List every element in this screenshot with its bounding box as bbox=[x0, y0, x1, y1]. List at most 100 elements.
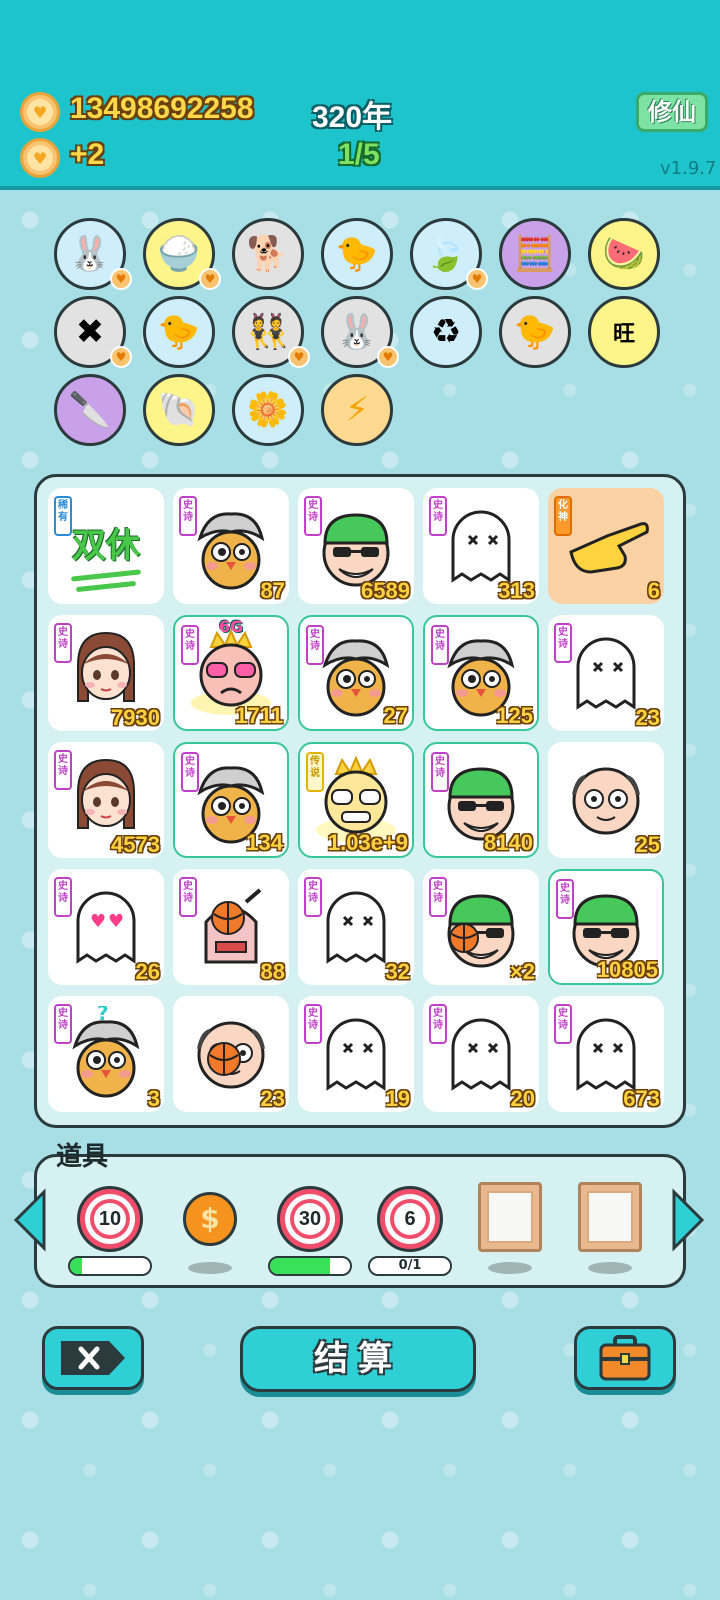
rarity-tag: 史诗 bbox=[431, 625, 449, 665]
rarity-tag: 传说 bbox=[306, 752, 324, 792]
board-tile[interactable]: 史诗 134 bbox=[173, 742, 289, 858]
collection-item-lightning[interactable]: ⚡ bbox=[321, 374, 397, 450]
rarity-tag: 史诗 bbox=[179, 496, 197, 536]
collection-item-wang-wang[interactable]: 旺 bbox=[588, 296, 664, 372]
collection-item-rice-bowl[interactable]: 🍚 ♥ bbox=[143, 218, 221, 294]
tile-count: 1.03e+9 bbox=[327, 830, 408, 855]
version-label: v1.9.7 bbox=[660, 158, 717, 179]
collection-item-x-tag[interactable]: ✖ ♥ bbox=[54, 296, 132, 372]
board-tile[interactable]: 25 bbox=[548, 742, 664, 858]
tile-count: 32 bbox=[385, 959, 410, 984]
collection-item-fruit-basket[interactable]: 🍉 bbox=[588, 218, 664, 294]
board-tile[interactable]: 史诗 6G 1711 bbox=[173, 615, 289, 731]
board-tile[interactable]: 23 bbox=[173, 996, 289, 1112]
collection-item-dog[interactable]: 🐕 bbox=[232, 218, 308, 294]
heart-badge-icon: ♥ bbox=[110, 346, 132, 368]
collection-item-recycle-bag[interactable]: ♻ bbox=[410, 296, 486, 372]
tile-count: 23 bbox=[635, 705, 660, 730]
board-tile[interactable]: 双休 稀有 bbox=[48, 488, 164, 604]
tile-count: 134 bbox=[246, 830, 283, 855]
board-tile[interactable]: 史诗 32 bbox=[298, 869, 414, 985]
rarity-tag: 化神 bbox=[554, 496, 572, 536]
board-tile[interactable]: ♥ ♥ 史诗 26 bbox=[48, 869, 164, 985]
picture-frame-icon bbox=[578, 1182, 642, 1252]
rarity-tag: 史诗 bbox=[54, 1004, 72, 1044]
collection-item-flower-pot[interactable]: 🌼 bbox=[232, 374, 308, 450]
rarity-tag: 史诗 bbox=[304, 877, 322, 917]
tool-shadow bbox=[588, 1262, 632, 1274]
board-tile[interactable]: 史诗 7930 bbox=[48, 615, 164, 731]
rarity-tag: 史诗 bbox=[54, 877, 72, 917]
collection-item-shell[interactable]: 🐚 bbox=[143, 374, 219, 450]
board-tile[interactable]: 史诗 19 bbox=[298, 996, 414, 1112]
wang-wang-icon: 旺 bbox=[588, 296, 660, 368]
collection-item-leaf[interactable]: 🍃 ♥ bbox=[410, 218, 488, 294]
cultivate-mode-button[interactable]: 修仙 bbox=[636, 92, 708, 132]
chick-egg-3-icon: 🐤 bbox=[499, 296, 571, 368]
tile-count: 19 bbox=[385, 1086, 410, 1111]
delete-button[interactable] bbox=[42, 1326, 144, 1390]
shell-icon: 🐚 bbox=[143, 374, 215, 446]
board-tile[interactable]: 史诗 313 bbox=[423, 488, 539, 604]
board-tile[interactable]: 史诗 23 bbox=[548, 615, 664, 731]
board-tile[interactable]: 史诗 88 bbox=[173, 869, 289, 985]
recycle-bag-icon: ♻ bbox=[410, 296, 482, 368]
board-tile[interactable]: 史诗 6589 bbox=[298, 488, 414, 604]
board-tile[interactable]: 史诗 20 bbox=[423, 996, 539, 1112]
collection-item-twins[interactable]: 👯 ♥ bbox=[232, 296, 310, 372]
board-tile[interactable]: 史诗 8140 bbox=[423, 742, 539, 858]
collection-item-math-face[interactable]: 🧮 bbox=[499, 218, 575, 294]
tile-count: 88 bbox=[260, 959, 285, 984]
board-tile[interactable]: 史诗 4573 bbox=[48, 742, 164, 858]
collection-item-rabbit[interactable]: 🐰 ♥ bbox=[54, 218, 132, 294]
rarity-tag: 史诗 bbox=[429, 877, 447, 917]
collection-item-chick-egg-3[interactable]: 🐤 bbox=[499, 296, 575, 372]
board-tile[interactable]: 史诗 ×2 bbox=[423, 869, 539, 985]
board-tile[interactable]: 史诗 87 bbox=[173, 488, 289, 604]
year-display: 320年 bbox=[312, 101, 393, 134]
tools-next-arrow[interactable] bbox=[670, 1188, 706, 1252]
board-tile[interactable]: 传说 1.03e+9 bbox=[298, 742, 414, 858]
board-tile[interactable]: ? 史诗3 bbox=[48, 996, 164, 1112]
tile-count: 3 bbox=[147, 1086, 160, 1111]
settle-button[interactable]: 结算 bbox=[240, 1326, 476, 1392]
collection-item-chick-egg-2[interactable]: 🐤 bbox=[143, 296, 219, 372]
tile-count: 26 bbox=[135, 959, 160, 984]
tool-count: 10 bbox=[94, 1203, 126, 1235]
board-tile[interactable]: 史诗 125 bbox=[423, 615, 539, 731]
tools-title: 道具 bbox=[56, 1142, 109, 1172]
board-tile[interactable]: 史诗 673 bbox=[548, 996, 664, 1112]
tile-count: 125 bbox=[496, 703, 533, 728]
tool-progress-bar bbox=[268, 1256, 352, 1276]
heart-badge-icon: ♥ bbox=[466, 268, 488, 290]
tile-count: ×2 bbox=[509, 959, 535, 984]
board-tile[interactable]: 史诗 10805 bbox=[548, 869, 664, 985]
coin-rate-heart-icon: ♥ bbox=[20, 138, 60, 178]
stage-progress: 1/5 bbox=[338, 138, 380, 171]
board-tile[interactable]: 史诗 27 bbox=[298, 615, 414, 731]
rarity-tag: 史诗 bbox=[554, 1004, 572, 1044]
briefcase-button[interactable] bbox=[574, 1326, 676, 1390]
math-face-icon: 🧮 bbox=[499, 218, 571, 290]
tile-count: 8140 bbox=[484, 830, 533, 855]
tools-prev-arrow[interactable] bbox=[12, 1188, 48, 1252]
heart-badge-icon: ♥ bbox=[110, 268, 132, 290]
collection-item-cleaver[interactable]: 🔪 bbox=[54, 374, 130, 450]
rarity-tag: 史诗 bbox=[304, 496, 322, 536]
target-icon: 6 bbox=[377, 1186, 443, 1252]
board-tile[interactable]: 化神 6 bbox=[548, 488, 664, 604]
tool-count: 30 bbox=[294, 1203, 326, 1235]
tile-count: 20 bbox=[510, 1086, 535, 1111]
target-icon: 30 bbox=[277, 1186, 343, 1252]
collection-item-chick-egg[interactable]: 🐤 bbox=[321, 218, 397, 294]
svg-text:♥: ♥ bbox=[90, 911, 106, 932]
briefcase-icon bbox=[599, 1335, 651, 1381]
coin-total: 13498692258 bbox=[70, 92, 254, 125]
tool-progress-bar bbox=[68, 1256, 152, 1276]
rarity-tag: 史诗 bbox=[306, 625, 324, 665]
collection-item-rabbit-2[interactable]: 🐰 ♥ bbox=[321, 296, 399, 372]
chick-egg-icon: 🐤 bbox=[321, 218, 393, 290]
rarity-tag: 史诗 bbox=[556, 879, 574, 919]
tile-count: 10805 bbox=[596, 957, 658, 982]
rarity-tag: 史诗 bbox=[181, 752, 199, 792]
